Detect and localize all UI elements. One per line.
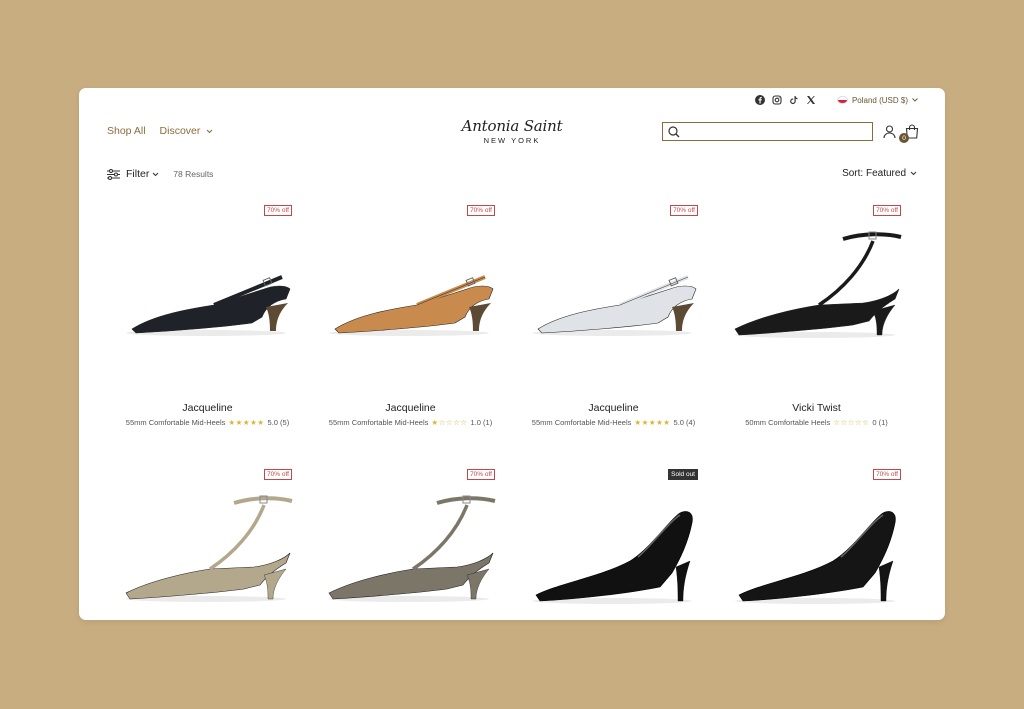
discount-badge: 70% off [873,205,901,216]
brand-logo[interactable]: Antonia Saint NEW YORK [452,117,572,145]
page-card: Poland (USD $) Shop All Discover Antonia… [79,88,945,620]
product-description: 55mm Comfortable Mid-Heels [328,418,429,427]
filter-sliders-icon[interactable] [107,168,120,180]
product-grid: 70% off Jacqueline 55mm Comfortable Mid-… [106,203,918,620]
logo-script-text: Antonia Saint [461,117,563,135]
product-meta: 55mm Comfortable Mid-Heels ★★★★★ 5.0 (4) [512,418,715,427]
chevron-down-icon [152,172,159,177]
tiktok-icon[interactable] [789,95,799,105]
product-card[interactable]: Sold out [512,467,715,620]
filter-bar: Filter 78 Results [107,168,213,180]
cart-count-badge: 0 [899,133,909,143]
product-description: 50mm Comfortable Heels [745,418,831,427]
main-nav: Shop All Discover [107,125,213,137]
product-name[interactable]: Jacqueline [512,402,715,414]
product-card[interactable]: 70% off Jacqueline 55mm Comfortable Mid-… [106,203,309,467]
nav-discover[interactable]: Discover [160,125,214,137]
discount-badge: 70% off [467,469,495,480]
product-meta: 50mm Comfortable Heels ☆☆☆☆☆ 0 (1) [715,418,918,427]
utility-bar: Poland (USD $) [754,95,918,105]
discount-badge: 70% off [467,205,495,216]
region-label: Poland (USD $) [851,95,908,105]
rating-text: 5.0 (4) [673,418,696,427]
product-card[interactable]: 70% off [106,467,309,620]
results-count: 78 Results [173,169,214,179]
product-card[interactable]: 70% off Vicki Twist 50mm Comfortable Hee… [715,203,918,467]
nav-shop-all[interactable]: Shop All [107,125,146,137]
product-card[interactable]: 70% off [309,467,512,620]
search-box[interactable] [662,122,873,141]
filter-label: Filter [126,168,150,180]
search-input[interactable] [685,126,872,137]
rating-text: 1.0 (1) [470,418,493,427]
sort-label: Sort: Featured [842,168,906,179]
sold-out-badge: Sold out [668,469,698,480]
x-icon[interactable] [806,95,816,105]
rating-stars-icon: ★★★★★ [634,418,671,427]
rating-text: 0 (1) [872,418,888,427]
cart-button[interactable]: 0 [899,124,919,144]
product-name[interactable]: Jacqueline [106,402,309,414]
product-name[interactable]: Vicki Twist [715,402,918,414]
product-description: 55mm Comfortable Mid-Heels [531,418,632,427]
discount-badge: 70% off [670,205,698,216]
rating-stars-icon: ★★★★★ [228,418,265,427]
chevron-down-icon [910,171,917,176]
discount-badge: 70% off [264,205,292,216]
product-name[interactable]: Jacqueline [309,402,512,414]
product-card[interactable]: 70% off [715,467,918,620]
filter-button[interactable]: Filter [126,168,159,180]
product-card[interactable]: 70% off Jacqueline 55mm Comfortable Mid-… [309,203,512,467]
rating-text: 5.0 (5) [267,418,290,427]
product-description: 55mm Comfortable Mid-Heels [125,418,226,427]
chevron-down-icon [912,98,918,102]
chevron-down-icon [206,129,213,134]
nav-discover-label: Discover [159,125,201,137]
poland-flag-icon [836,96,848,104]
rating-stars-icon: ☆☆☆☆☆ [833,418,870,427]
sort-dropdown[interactable]: Sort: Featured [842,168,917,179]
account-icon[interactable] [883,125,896,139]
product-meta: 55mm Comfortable Mid-Heels ★★★★★ 5.0 (5) [106,418,309,427]
logo-subtitle: NEW YORK [483,136,541,145]
search-icon[interactable] [668,125,680,138]
facebook-icon[interactable] [754,95,765,105]
discount-badge: 70% off [873,469,901,480]
product-meta: 55mm Comfortable Mid-Heels ★☆☆☆☆ 1.0 (1) [309,418,512,427]
product-card[interactable]: 70% off Jacqueline 55mm Comfortable Mid-… [512,203,715,467]
region-selector[interactable]: Poland (USD $) [836,95,918,105]
discount-badge: 70% off [264,469,292,480]
instagram-icon[interactable] [772,95,782,105]
rating-stars-icon: ★☆☆☆☆ [431,418,468,427]
